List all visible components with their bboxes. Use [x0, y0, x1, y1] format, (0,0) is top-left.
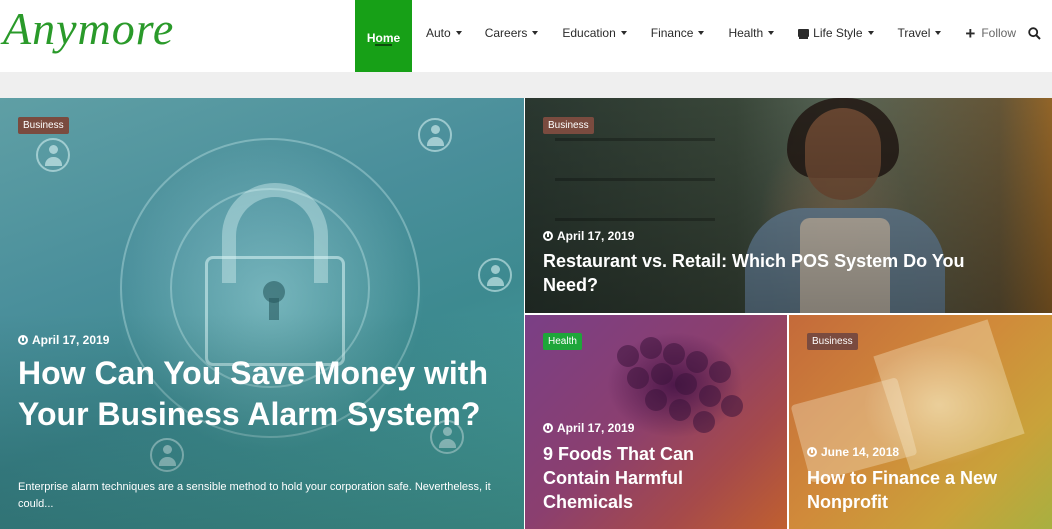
site-logo[interactable]: Anymore — [3, 2, 174, 55]
post-excerpt: Enterprise alarm techniques are a sensib… — [18, 481, 491, 510]
main-nav: Home Auto Careers Education Finance Heal… — [355, 0, 1016, 75]
chevron-down-icon — [455, 31, 462, 35]
decor-grape — [640, 337, 662, 359]
active-indicator — [375, 44, 392, 46]
follow-label: Follow — [981, 26, 1017, 40]
nav-item-label: Education — [562, 26, 616, 40]
post-title[interactable]: How to Finance a New Nonprofit — [807, 466, 1037, 514]
chevron-down-icon — [768, 31, 775, 35]
decor-grape — [669, 399, 691, 421]
tv-icon — [798, 29, 810, 39]
decor-grape — [675, 373, 697, 395]
decor-grape — [693, 411, 715, 433]
post-date: April 17, 2019 — [543, 229, 634, 243]
category-badge[interactable]: Business — [18, 117, 69, 134]
featured-post-restaurant[interactable]: Business April 17, 2019 Restaurant vs. R… — [525, 98, 1052, 313]
decor-grape — [627, 367, 649, 389]
plus-icon: + — [965, 23, 976, 43]
nav-item-careers[interactable]: Careers — [485, 0, 539, 66]
nav-item-travel[interactable]: Travel — [898, 0, 942, 66]
post-date-text: April 17, 2019 — [32, 333, 110, 347]
chevron-down-icon — [532, 31, 539, 35]
follow-button[interactable]: + Follow — [965, 0, 1016, 66]
post-title[interactable]: 9 Foods That Can Contain Harmful Chemica… — [543, 442, 743, 514]
search-icon[interactable] — [1028, 27, 1041, 40]
category-badge[interactable]: Business — [543, 117, 594, 134]
post-date: April 17, 2019 — [18, 333, 109, 347]
nav-item-finance[interactable]: Finance — [651, 0, 705, 66]
featured-post-foods[interactable]: Health April 17, 2019 9 Foods That Can C… — [525, 315, 787, 529]
post-title[interactable]: Restaurant vs. Retail: Which POS System … — [543, 249, 1013, 297]
featured-post-finance[interactable]: Business June 14, 2018 How to Finance a … — [789, 315, 1052, 529]
post-date-text: June 14, 2018 — [821, 445, 900, 459]
post-date-text: April 17, 2019 — [557, 421, 635, 435]
nav-item-label: Home — [366, 30, 401, 45]
decor-grape — [663, 343, 685, 365]
decor-grape — [617, 345, 639, 367]
nav-item-education[interactable]: Education — [562, 0, 627, 66]
nav-item-label: Health — [728, 26, 764, 40]
clock-icon — [807, 447, 817, 457]
nav-item-label: Finance — [650, 26, 694, 40]
post-title[interactable]: How Can You Save Money with Your Busines… — [18, 353, 488, 435]
decor-grape — [699, 385, 721, 407]
post-date-text: April 17, 2019 — [557, 229, 635, 243]
nav-item-label: Life Style — [813, 26, 863, 40]
decor-grape — [721, 395, 743, 417]
chevron-down-icon — [620, 31, 627, 35]
nav-item-label: Auto — [426, 26, 451, 40]
featured-post-main[interactable]: Business April 17, 2019 How Can You Save… — [0, 98, 524, 529]
nav-item-auto[interactable]: Auto — [426, 0, 462, 66]
header-divider-band — [0, 72, 1052, 98]
category-badge[interactable]: Health — [543, 333, 582, 350]
post-date: June 14, 2018 — [807, 445, 899, 459]
decor-grape — [709, 361, 731, 383]
clock-icon — [18, 335, 28, 345]
clock-icon — [543, 423, 553, 433]
decor-grape — [651, 363, 673, 385]
nav-item-life-style[interactable]: Life Style — [798, 0, 874, 66]
clock-icon — [543, 231, 553, 241]
chevron-down-icon — [698, 31, 705, 35]
decor-grape — [686, 351, 708, 373]
chevron-down-icon — [935, 31, 942, 35]
nav-item-label: Travel — [897, 26, 931, 40]
nav-item-label: Careers — [484, 26, 528, 40]
site-header: Anymore Home Auto Careers Education Fina… — [0, 0, 1052, 75]
nav-item-health[interactable]: Health — [728, 0, 775, 66]
nav-item-home[interactable]: Home — [355, 0, 412, 75]
decor-grape — [645, 389, 667, 411]
post-date: April 17, 2019 — [543, 421, 634, 435]
category-badge[interactable]: Business — [807, 333, 858, 350]
image-overlay — [0, 98, 524, 529]
chevron-down-icon — [867, 31, 874, 35]
